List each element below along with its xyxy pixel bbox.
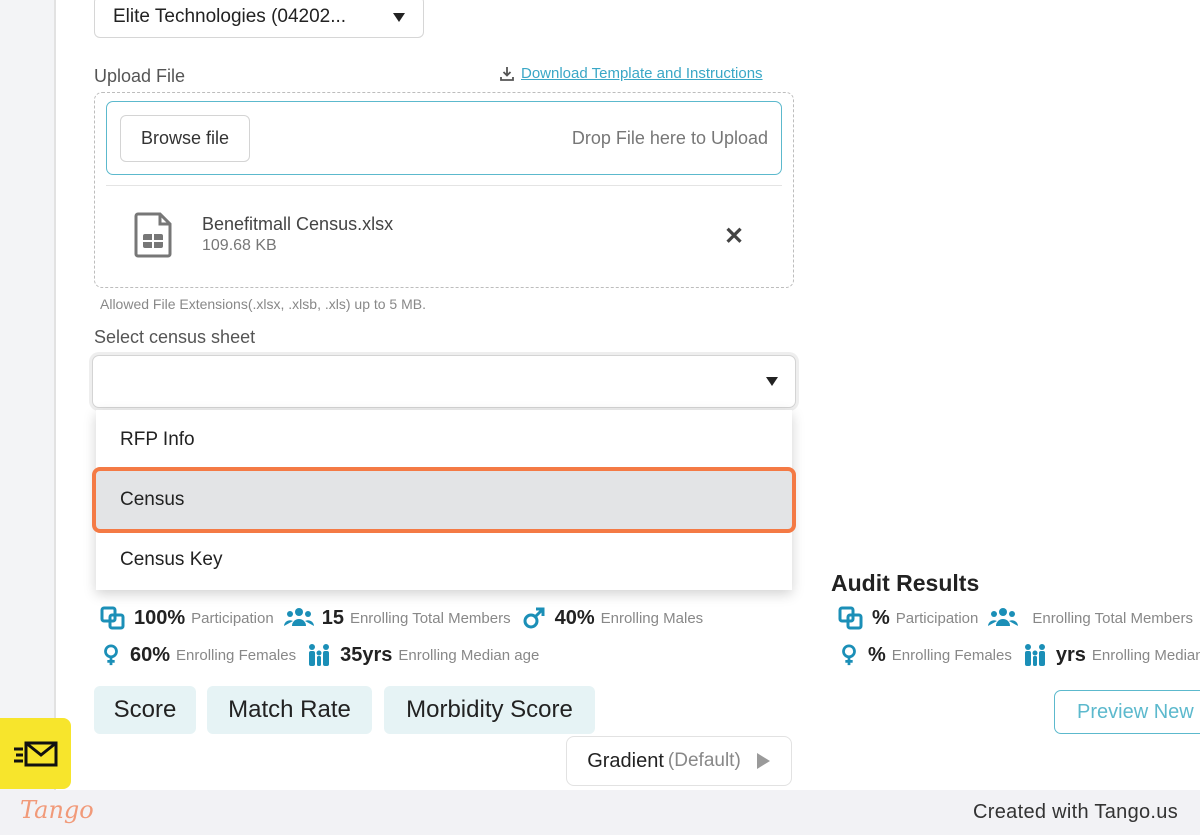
score-chip[interactable]: Score: [94, 686, 196, 734]
remove-file-close-icon[interactable]: ✕: [724, 222, 744, 251]
audit-participation-label: Participation: [895, 609, 979, 627]
company-select[interactable]: Elite Technologies (04202...: [94, 0, 424, 38]
audit-females-label: Enrolling Females: [891, 646, 1012, 664]
drop-file-text: Drop File here to Upload: [571, 128, 768, 148]
census-sheet-select[interactable]: [92, 355, 796, 408]
age-value: 35yrs: [340, 643, 393, 666]
participation-label: Participation: [191, 609, 274, 627]
selection-highlight: [92, 467, 796, 533]
left-gutter: [0, 0, 54, 790]
option-rfp-info[interactable]: RFP Info: [96, 410, 792, 470]
female-icon: [104, 644, 118, 666]
download-link-text: Download Template and Instructions: [521, 65, 763, 82]
play-icon: [756, 753, 770, 769]
census-stats-row-2: 60% Enrolling Females 35yrs Enrolling Me…: [100, 643, 549, 667]
male-icon: [523, 607, 545, 629]
males-value: 40%: [554, 606, 595, 629]
audit-participation-value: %: [872, 606, 890, 629]
morbidity-score-chip[interactable]: Morbidity Score: [384, 686, 595, 734]
main-panel: Elite Technologies (04202... Upload File…: [54, 0, 1200, 790]
spreadsheet-file-icon: [134, 212, 172, 258]
tango-feedback-button[interactable]: [0, 718, 71, 789]
file-name: Benefitmall Census.xlsx: [202, 214, 394, 234]
members-icon: [283, 608, 314, 626]
company-select-value: Elite Technologies (04202...: [113, 6, 347, 27]
file-size: 109.68 KB: [202, 237, 277, 254]
audit-stats-row-1: % Participation Enrolling Total Members: [838, 606, 1200, 630]
members-value: 15: [321, 606, 344, 629]
female-icon: [842, 644, 856, 666]
audit-females-value: %: [868, 643, 886, 666]
audit-age-label: Enrolling Median: [1091, 646, 1200, 664]
allowed-extensions-text: Allowed File Extensions(.xlsx, .xlsb, .x…: [100, 296, 426, 312]
participation-icon: [838, 606, 863, 630]
chevron-down-icon: [766, 377, 778, 386]
age-label: Enrolling Median age: [398, 646, 540, 664]
family-icon: [309, 644, 330, 666]
females-label: Enrolling Females: [176, 646, 297, 664]
upload-file-label: Upload File: [94, 66, 186, 86]
participation-icon: [100, 606, 125, 630]
download-icon: [500, 66, 514, 81]
audit-members-label: Enrolling Total Members: [1032, 609, 1193, 627]
tango-logo: Tango: [20, 796, 94, 824]
members-icon: [988, 608, 1019, 626]
audit-results-title: Audit Results: [831, 570, 980, 596]
mail-icon: [13, 741, 57, 766]
gradient-default-label: (Default): [667, 750, 741, 771]
download-template-link[interactable]: Download Template and Instructions: [499, 65, 763, 82]
preview-new-button[interactable]: Preview New: [1054, 690, 1200, 734]
browse-file-button[interactable]: Browse file: [120, 115, 250, 162]
created-with-text: Created with Tango.us: [973, 801, 1178, 823]
members-label: Enrolling Total Members: [349, 609, 511, 627]
gradient-label: Gradient: [587, 749, 664, 772]
census-stats-row-1: 100% Participation 15 Enrolling Total Me…: [100, 606, 713, 630]
option-census-key[interactable]: Census Key: [96, 530, 792, 590]
participation-value: 100%: [134, 606, 186, 629]
census-sheet-label: Select census sheet: [94, 327, 256, 347]
audit-age-value: yrs: [1055, 643, 1086, 666]
match-rate-chip[interactable]: Match Rate: [207, 686, 372, 734]
chevron-down-icon: [393, 12, 405, 22]
family-icon: [1024, 644, 1045, 666]
audit-stats-row-2: % Enrolling Females yrs Enrolling Median: [838, 643, 1200, 667]
males-label: Enrolling Males: [600, 609, 704, 627]
gradient-button[interactable]: Gradient (Default): [566, 736, 792, 786]
divider: [106, 185, 782, 186]
females-value: 60%: [130, 643, 171, 666]
